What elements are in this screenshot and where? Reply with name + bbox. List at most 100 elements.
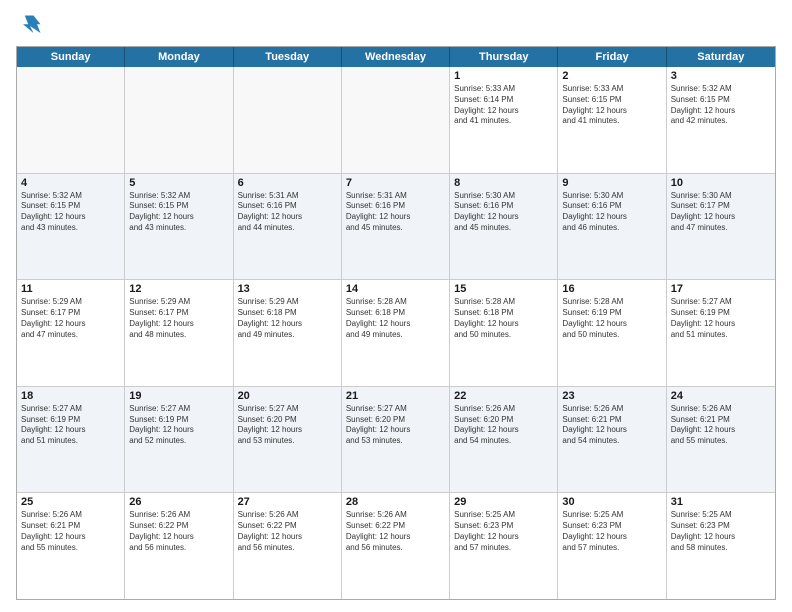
cell-info: Sunrise: 5:25 AM Sunset: 6:23 PM Dayligh… xyxy=(454,510,553,553)
day-number: 23 xyxy=(562,390,661,402)
calendar-cell xyxy=(234,67,342,173)
cell-info: Sunrise: 5:25 AM Sunset: 6:23 PM Dayligh… xyxy=(562,510,661,553)
day-number: 9 xyxy=(562,177,661,189)
day-number: 10 xyxy=(671,177,771,189)
calendar-cell: 22 Sunrise: 5:26 AM Sunset: 6:20 PM Dayli… xyxy=(450,387,558,493)
calendar-cell: 16 Sunrise: 5:28 AM Sunset: 6:19 PM Dayli… xyxy=(558,280,666,386)
calendar-row-3: 11 Sunrise: 5:29 AM Sunset: 6:17 PM Dayli… xyxy=(17,280,775,387)
day-header-wednesday: Wednesday xyxy=(342,47,450,67)
day-number: 7 xyxy=(346,177,445,189)
day-number: 25 xyxy=(21,496,120,508)
calendar: SundayMondayTuesdayWednesdayThursdayFrid… xyxy=(16,46,776,600)
calendar-cell: 7 Sunrise: 5:31 AM Sunset: 6:16 PM Daylig… xyxy=(342,174,450,280)
calendar-cell: 24Sunrise: 5:26 AM Sunset: 6:21 PM Dayli… xyxy=(667,387,775,493)
day-number: 1 xyxy=(454,70,553,82)
calendar-cell: 17Sunrise: 5:27 AM Sunset: 6:19 PM Dayli… xyxy=(667,280,775,386)
day-number: 6 xyxy=(238,177,337,189)
cell-info: Sunrise: 5:27 AM Sunset: 6:20 PM Dayligh… xyxy=(346,404,445,447)
day-number: 13 xyxy=(238,283,337,295)
day-number: 2 xyxy=(562,70,661,82)
calendar-cell: 14Sunrise: 5:28 AM Sunset: 6:18 PM Dayli… xyxy=(342,280,450,386)
cell-info: Sunrise: 5:28 AM Sunset: 6:18 PM Dayligh… xyxy=(454,297,553,340)
cell-info: Sunrise: 5:29 AM Sunset: 6:17 PM Dayligh… xyxy=(21,297,120,340)
cell-info: Sunrise: 5:27 AM Sunset: 6:19 PM Dayligh… xyxy=(21,404,120,447)
day-number: 14 xyxy=(346,283,445,295)
day-header-saturday: Saturday xyxy=(667,47,775,67)
calendar-cell xyxy=(17,67,125,173)
cell-info: Sunrise: 5:30 AM Sunset: 6:16 PM Dayligh… xyxy=(454,191,553,234)
day-number: 28 xyxy=(346,496,445,508)
day-number: 11 xyxy=(21,283,120,295)
cell-info: Sunrise: 5:26 AM Sunset: 6:21 PM Dayligh… xyxy=(21,510,120,553)
calendar-cell: 3 Sunrise: 5:32 AM Sunset: 6:15 PM Daylig… xyxy=(667,67,775,173)
day-number: 22 xyxy=(454,390,553,402)
calendar-cell: 29 Sunrise: 5:25 AM Sunset: 6:23 PM Dayli… xyxy=(450,493,558,599)
calendar-cell: 6 Sunrise: 5:31 AM Sunset: 6:16 PM Daylig… xyxy=(234,174,342,280)
day-number: 16 xyxy=(562,283,661,295)
day-number: 20 xyxy=(238,390,337,402)
day-number: 26 xyxy=(129,496,228,508)
header xyxy=(16,12,776,40)
day-number: 30 xyxy=(562,496,661,508)
calendar-cell: 28 Sunrise: 5:26 AM Sunset: 6:22 PM Dayli… xyxy=(342,493,450,599)
calendar-cell: 11 Sunrise: 5:29 AM Sunset: 6:17 PM Dayli… xyxy=(17,280,125,386)
cell-info: Sunrise: 5:26 AM Sunset: 6:22 PM Dayligh… xyxy=(238,510,337,553)
cell-info: Sunrise: 5:27 AM Sunset: 6:20 PM Dayligh… xyxy=(238,404,337,447)
logo xyxy=(16,12,48,40)
calendar-row-2: 4Sunrise: 5:32 AM Sunset: 6:15 PM Daylig… xyxy=(17,174,775,281)
day-number: 29 xyxy=(454,496,553,508)
calendar-cell: 27 Sunrise: 5:26 AM Sunset: 6:22 PM Dayli… xyxy=(234,493,342,599)
cell-info: Sunrise: 5:32 AM Sunset: 6:15 PM Dayligh… xyxy=(671,84,771,127)
cell-info: Sunrise: 5:30 AM Sunset: 6:16 PM Dayligh… xyxy=(562,191,661,234)
calendar-cell: 2 Sunrise: 5:33 AM Sunset: 6:15 PM Daylig… xyxy=(558,67,666,173)
day-header-monday: Monday xyxy=(125,47,233,67)
day-number: 21 xyxy=(346,390,445,402)
calendar-cell: 30 Sunrise: 5:25 AM Sunset: 6:23 PM Dayli… xyxy=(558,493,666,599)
cell-info: Sunrise: 5:30 AM Sunset: 6:17 PM Dayligh… xyxy=(671,191,771,234)
calendar-cell: 26 Sunrise: 5:26 AM Sunset: 6:22 PM Dayli… xyxy=(125,493,233,599)
cell-info: Sunrise: 5:26 AM Sunset: 6:21 PM Dayligh… xyxy=(671,404,771,447)
cell-info: Sunrise: 5:29 AM Sunset: 6:18 PM Dayligh… xyxy=(238,297,337,340)
cell-info: Sunrise: 5:32 AM Sunset: 6:15 PM Dayligh… xyxy=(129,191,228,234)
calendar-cell xyxy=(342,67,450,173)
day-header-thursday: Thursday xyxy=(450,47,558,67)
calendar-row-5: 25 Sunrise: 5:26 AM Sunset: 6:21 PM Dayli… xyxy=(17,493,775,599)
calendar-cell: 15 Sunrise: 5:28 AM Sunset: 6:18 PM Dayli… xyxy=(450,280,558,386)
calendar-body: 1 Sunrise: 5:33 AM Sunset: 6:14 PM Daylig… xyxy=(17,67,775,599)
calendar-row-4: 18 Sunrise: 5:27 AM Sunset: 6:19 PM Dayli… xyxy=(17,387,775,494)
cell-info: Sunrise: 5:27 AM Sunset: 6:19 PM Dayligh… xyxy=(129,404,228,447)
calendar-cell: 12Sunrise: 5:29 AM Sunset: 6:17 PM Dayli… xyxy=(125,280,233,386)
calendar-cell: 1 Sunrise: 5:33 AM Sunset: 6:14 PM Daylig… xyxy=(450,67,558,173)
day-number: 8 xyxy=(454,177,553,189)
cell-info: Sunrise: 5:26 AM Sunset: 6:20 PM Dayligh… xyxy=(454,404,553,447)
calendar-cell: 18 Sunrise: 5:27 AM Sunset: 6:19 PM Dayli… xyxy=(17,387,125,493)
calendar-cell: 23 Sunrise: 5:26 AM Sunset: 6:21 PM Dayli… xyxy=(558,387,666,493)
day-number: 27 xyxy=(238,496,337,508)
calendar-header: SundayMondayTuesdayWednesdayThursdayFrid… xyxy=(17,47,775,67)
calendar-cell: 9 Sunrise: 5:30 AM Sunset: 6:16 PM Daylig… xyxy=(558,174,666,280)
cell-info: Sunrise: 5:31 AM Sunset: 6:16 PM Dayligh… xyxy=(238,191,337,234)
day-header-friday: Friday xyxy=(558,47,666,67)
day-number: 5 xyxy=(129,177,228,189)
cell-info: Sunrise: 5:26 AM Sunset: 6:21 PM Dayligh… xyxy=(562,404,661,447)
cell-info: Sunrise: 5:26 AM Sunset: 6:22 PM Dayligh… xyxy=(129,510,228,553)
day-number: 18 xyxy=(21,390,120,402)
calendar-cell: 5 Sunrise: 5:32 AM Sunset: 6:15 PM Daylig… xyxy=(125,174,233,280)
day-number: 15 xyxy=(454,283,553,295)
cell-info: Sunrise: 5:25 AM Sunset: 6:23 PM Dayligh… xyxy=(671,510,771,553)
calendar-cell xyxy=(125,67,233,173)
calendar-row-1: 1 Sunrise: 5:33 AM Sunset: 6:14 PM Daylig… xyxy=(17,67,775,174)
page: SundayMondayTuesdayWednesdayThursdayFrid… xyxy=(0,0,792,612)
cell-info: Sunrise: 5:28 AM Sunset: 6:19 PM Dayligh… xyxy=(562,297,661,340)
cell-info: Sunrise: 5:31 AM Sunset: 6:16 PM Dayligh… xyxy=(346,191,445,234)
day-header-tuesday: Tuesday xyxy=(234,47,342,67)
calendar-cell: 25 Sunrise: 5:26 AM Sunset: 6:21 PM Dayli… xyxy=(17,493,125,599)
day-number: 12 xyxy=(129,283,228,295)
calendar-cell: 20 Sunrise: 5:27 AM Sunset: 6:20 PM Dayli… xyxy=(234,387,342,493)
day-number: 17 xyxy=(671,283,771,295)
calendar-cell: 4Sunrise: 5:32 AM Sunset: 6:15 PM Daylig… xyxy=(17,174,125,280)
cell-info: Sunrise: 5:33 AM Sunset: 6:15 PM Dayligh… xyxy=(562,84,661,127)
day-number: 3 xyxy=(671,70,771,82)
cell-info: Sunrise: 5:26 AM Sunset: 6:22 PM Dayligh… xyxy=(346,510,445,553)
cell-info: Sunrise: 5:33 AM Sunset: 6:14 PM Dayligh… xyxy=(454,84,553,127)
